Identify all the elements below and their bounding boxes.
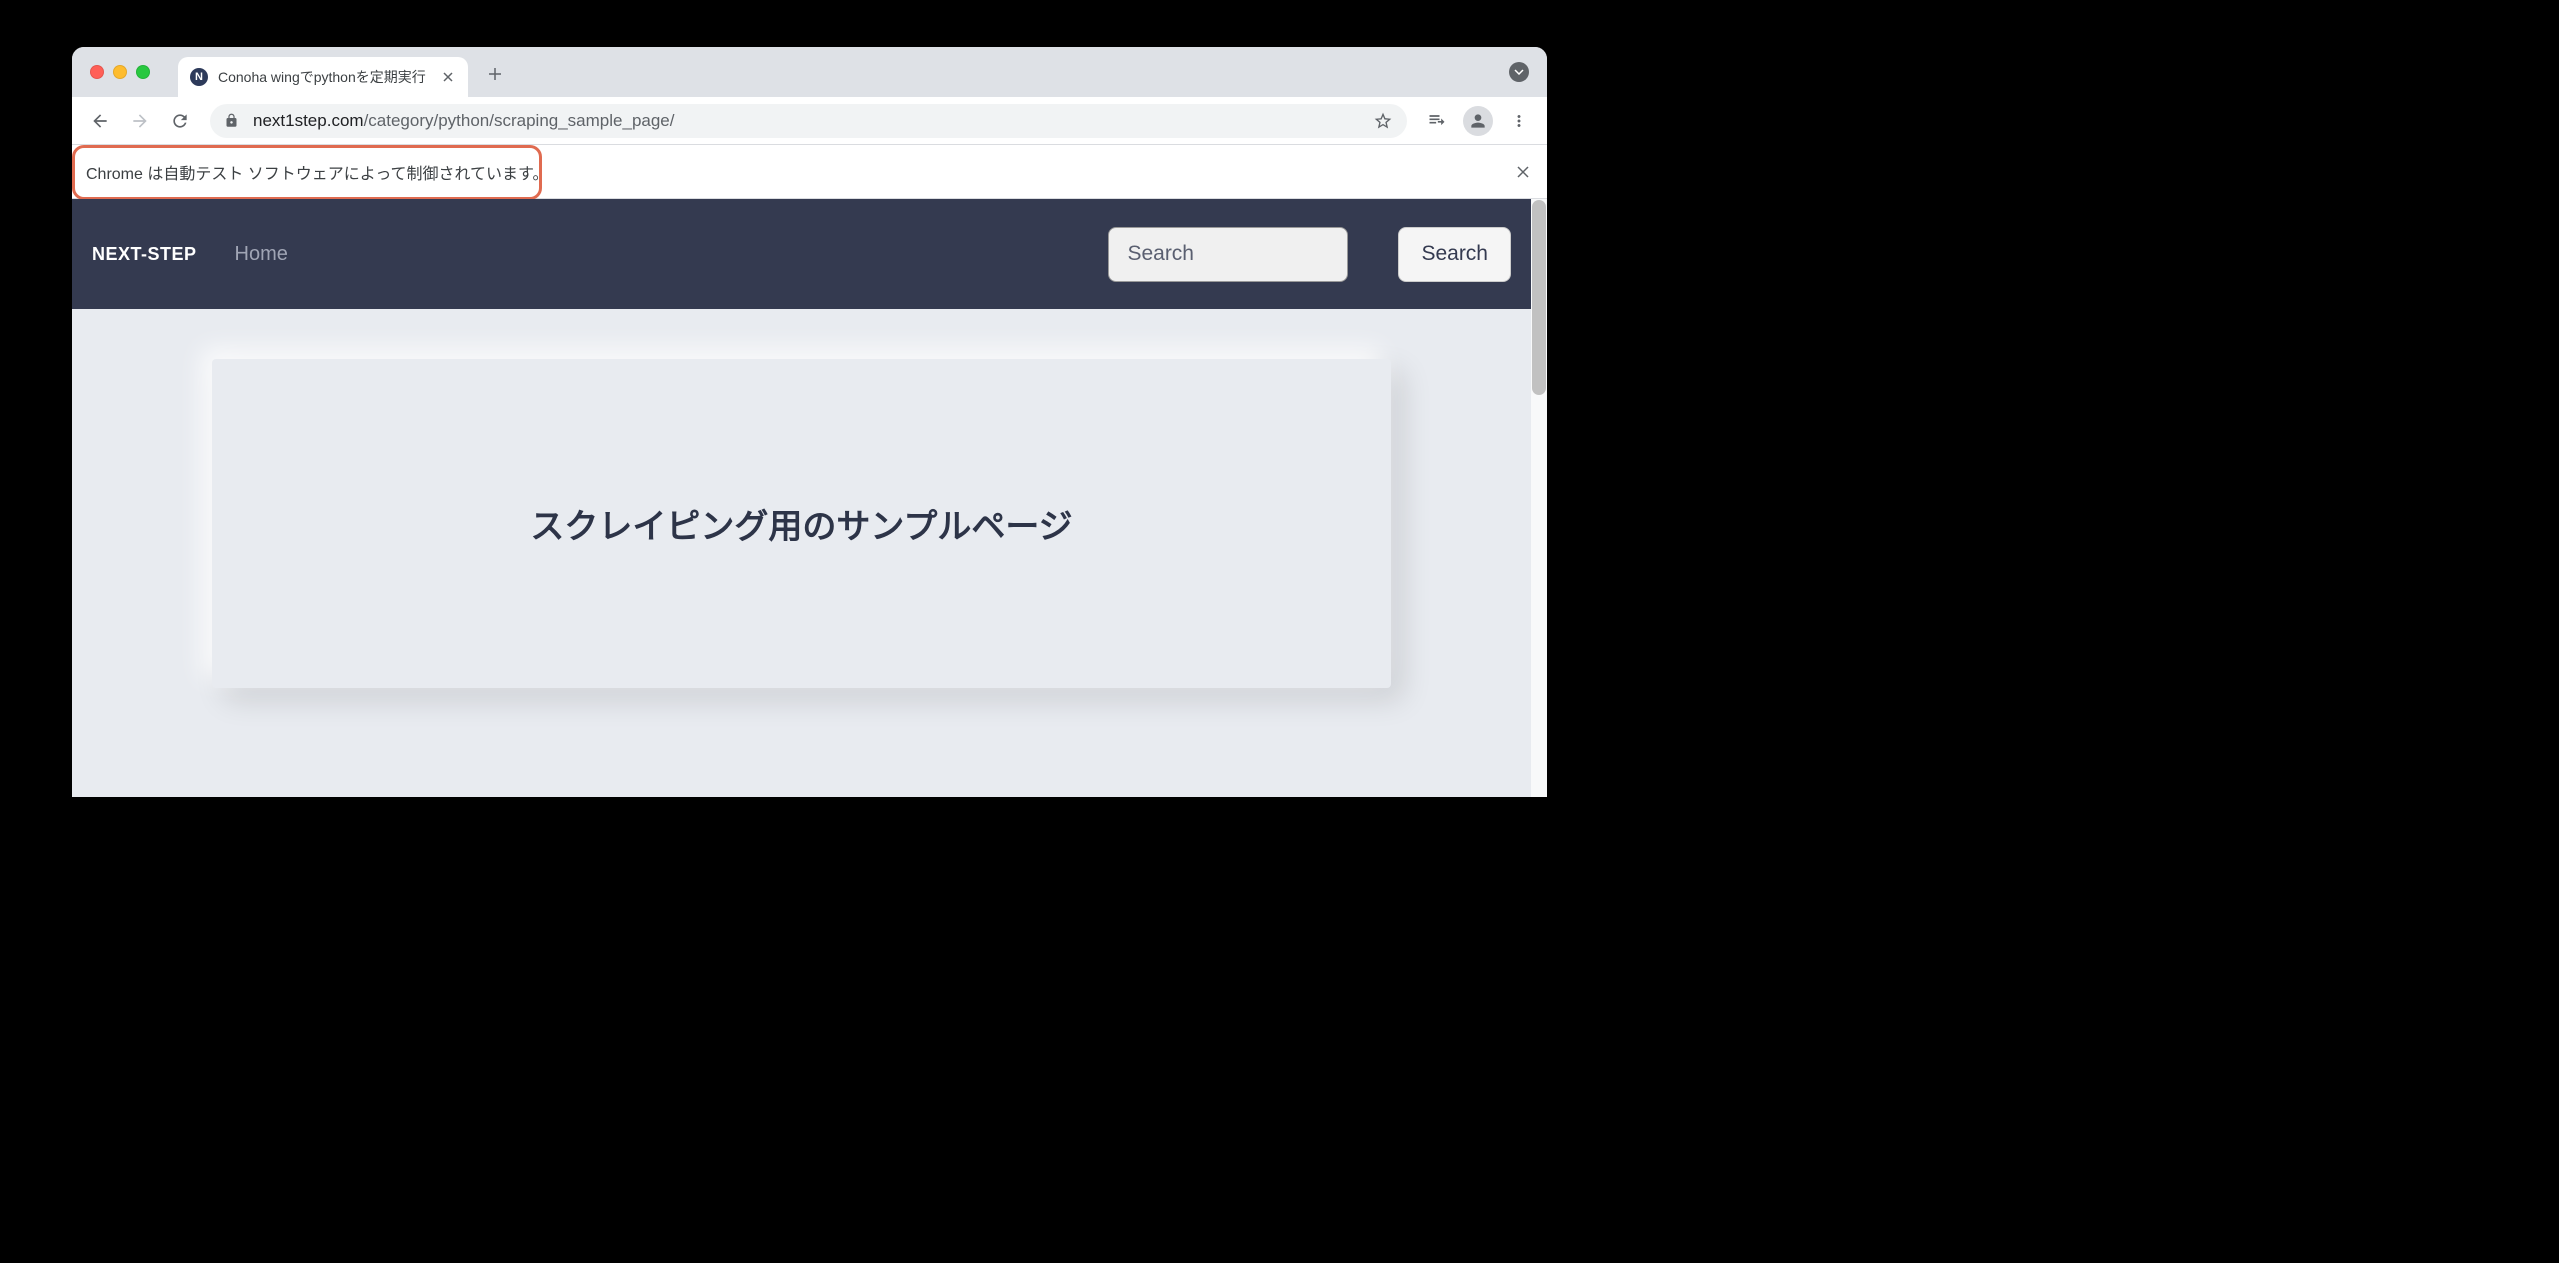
nav-home-link[interactable]: Home [235,243,288,266]
url-path: /category/python/scraping_sample_page/ [364,111,675,130]
forward-button[interactable] [122,103,158,139]
tab-close-button[interactable] [440,69,456,85]
maximize-window-button[interactable] [136,65,150,79]
reading-list-icon[interactable] [1419,103,1455,139]
url-domain: next1step.com [253,111,364,130]
lock-icon [224,113,239,128]
automation-infobar: Chrome は自動テスト ソフトウェアによって制御されています。 [72,145,1547,199]
page-scrollbar[interactable] [1531,199,1547,797]
page-content: NEXT-STEP Home Search スクレイピング用のサンプルページ [72,199,1531,797]
tab-bar: N Conoha wingでpythonを定期実行 [72,47,1547,97]
tab-title: Conoha wingでpythonを定期実行 [218,67,430,87]
site-brand[interactable]: NEXT-STEP [92,244,197,265]
content-card: スクレイピング用のサンプルページ [212,359,1391,688]
infobar-text: Chrome は自動テスト ソフトウェアによって制御されています。 [86,160,548,184]
address-bar[interactable]: next1step.com/category/python/scraping_s… [210,104,1407,138]
back-button[interactable] [82,103,118,139]
window-controls [90,65,150,79]
browser-tab[interactable]: N Conoha wingでpythonを定期実行 [178,57,468,97]
site-search-button[interactable]: Search [1398,227,1511,282]
site-search-input[interactable] [1108,227,1348,282]
page-heading: スクレイピング用のサンプルページ [252,499,1351,548]
browser-window: N Conoha wingでpythonを定期実行 [72,47,1547,797]
tab-favicon: N [190,68,208,86]
profile-avatar[interactable] [1463,106,1493,136]
new-tab-button[interactable] [480,59,510,89]
site-navbar: NEXT-STEP Home Search [72,199,1531,309]
bookmark-star-icon[interactable] [1373,111,1393,131]
close-window-button[interactable] [90,65,104,79]
reload-button[interactable] [162,103,198,139]
infobar-close-button[interactable] [1513,162,1533,182]
url-text: next1step.com/category/python/scraping_s… [253,111,1359,131]
tab-search-button[interactable] [1509,62,1529,82]
browser-menu-button[interactable] [1501,103,1537,139]
page-viewport: NEXT-STEP Home Search スクレイピング用のサンプルページ [72,199,1547,797]
scrollbar-thumb[interactable] [1532,200,1546,395]
minimize-window-button[interactable] [113,65,127,79]
address-bar-row: next1step.com/category/python/scraping_s… [72,97,1547,145]
